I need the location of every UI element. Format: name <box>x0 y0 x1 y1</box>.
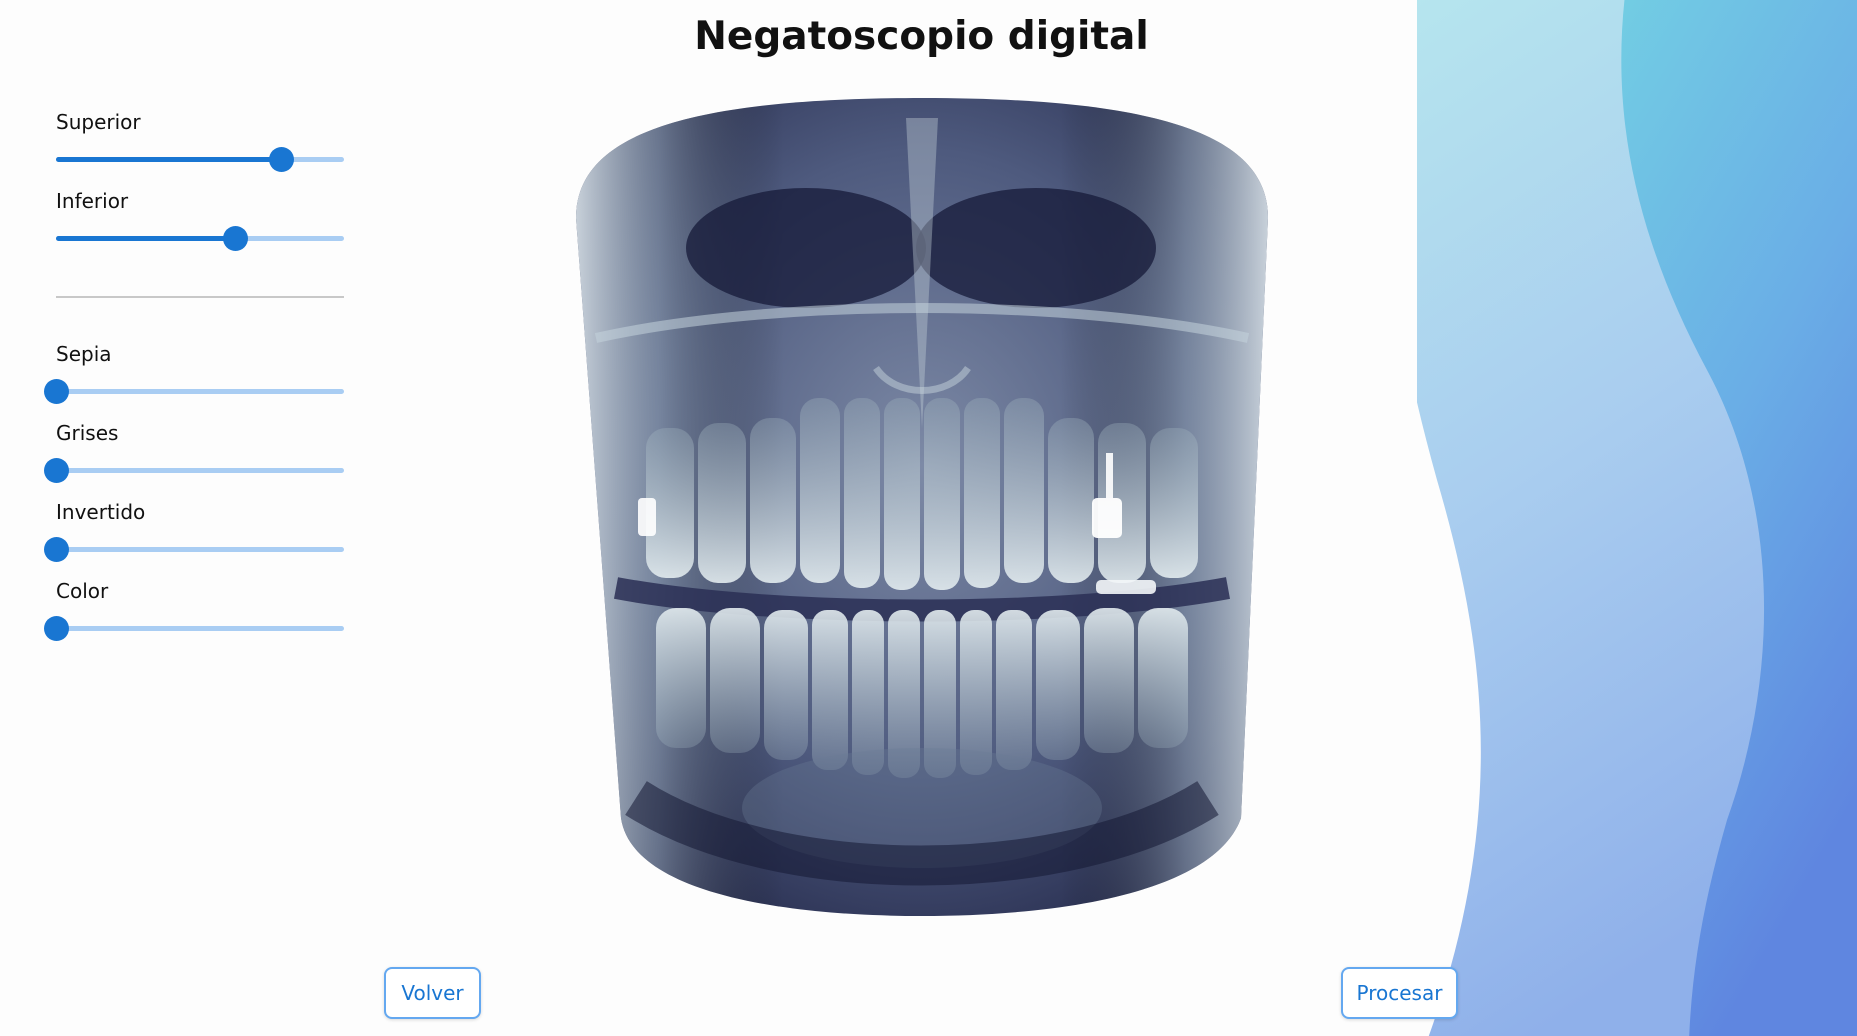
decorative-wave-background <box>1417 0 1857 1036</box>
slider-track-inferior[interactable] <box>56 226 344 251</box>
slider-track-invertido[interactable] <box>44 537 344 562</box>
procesar-button[interactable]: Procesar <box>1341 967 1458 1019</box>
slider-track-grises[interactable] <box>44 458 344 483</box>
slider-label-color: Color <box>56 579 109 603</box>
slider-label-superior: Superior <box>56 110 141 134</box>
slider-fill-superior <box>56 157 281 162</box>
slider-thumb-superior[interactable] <box>268 147 294 172</box>
slider-label-sepia: Sepia <box>56 342 112 366</box>
slider-track-color[interactable] <box>44 616 344 641</box>
slider-thumb-color[interactable] <box>44 616 69 641</box>
dental-xray-illustration <box>576 98 1268 916</box>
page: Negatoscopio digital Superior Inferior S… <box>0 0 1857 1036</box>
slider-sepia: Sepia <box>44 342 344 421</box>
slider-track-sepia[interactable] <box>44 379 344 404</box>
volver-button[interactable]: Volver <box>384 967 481 1019</box>
divider <box>56 296 344 298</box>
page-title: Negatoscopio digital <box>694 14 1149 59</box>
slider-superior: Superior <box>56 110 344 189</box>
slider-thumb-sepia[interactable] <box>44 379 69 404</box>
slider-track-superior[interactable] <box>56 147 344 172</box>
slider-label-invertido: Invertido <box>56 500 146 524</box>
slider-thumb-inferior[interactable] <box>222 226 248 251</box>
slider-thumb-grises[interactable] <box>44 458 69 483</box>
slider-grises: Grises <box>44 421 344 500</box>
slider-color: Color <box>44 579 344 658</box>
adjustment-panel: Superior Inferior Sepia Grises Invertido… <box>44 110 344 658</box>
slider-label-inferior: Inferior <box>56 189 129 213</box>
slider-fill-inferior <box>56 236 235 241</box>
slider-inferior: Inferior <box>56 189 344 268</box>
slider-label-grises: Grises <box>56 421 119 445</box>
xray-image <box>576 98 1268 916</box>
slider-thumb-invertido[interactable] <box>44 537 69 562</box>
slider-invertido: Invertido <box>44 500 344 579</box>
